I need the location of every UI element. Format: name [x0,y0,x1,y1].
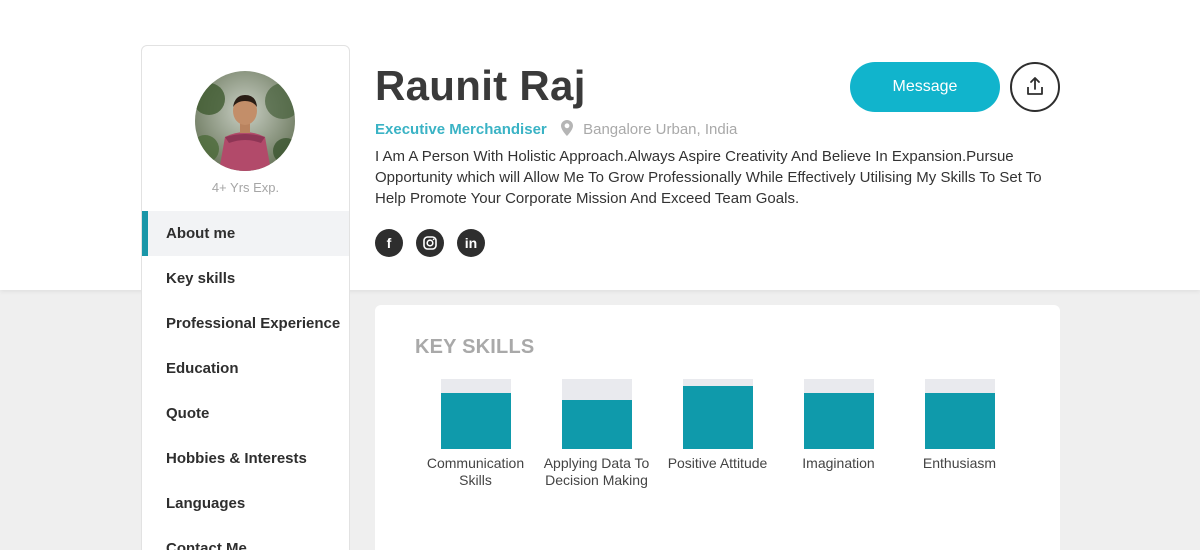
sidebar-item-languages[interactable]: Languages [142,481,349,526]
skill-label: Imagination [802,455,875,471]
skill-level-fill [924,393,995,449]
sidebar-item-professional-experience[interactable]: Professional Experience [142,301,349,346]
sidebar-item-education[interactable]: Education [142,346,349,391]
linkedin-icon[interactable]: in [457,229,485,257]
skill-label: Communication Skills [426,455,525,488]
profile-bio: I Am A Person With Holistic Approach.Alw… [375,148,1042,207]
skill-label: Applying Data To Decision Making [543,455,650,488]
message-button[interactable]: Message [850,62,1000,112]
job-title: Executive Merchandiser [375,121,547,138]
experience-years: 4+ Yrs Exp. [211,180,280,195]
skill-label: Enthusiasm [922,455,997,471]
skill-level-track [440,379,511,449]
skill-item: Positive Attitude [657,379,778,472]
sidebar-item-key-skills[interactable]: Key skills [142,256,349,301]
skill-level-fill [440,393,511,449]
sidebar-item-contact-me[interactable]: Contact Me [142,526,349,550]
skill-label: Positive Attitude [667,455,768,471]
avatar [195,71,295,171]
instagram-icon[interactable] [416,229,444,257]
skill-item: Imagination [778,379,899,472]
share-button[interactable] [1010,62,1060,112]
key-skills-heading: KEY SKILLS [415,336,535,358]
share-icon [1025,76,1045,99]
profile-name: Raunit Raj [375,62,586,109]
sidebar-menu: About me Key skills Professional Experie… [142,211,349,550]
skill-level-fill [561,400,632,449]
sidebar-item-about-me[interactable]: About me [142,211,349,256]
key-skills-card: KEY SKILLS Communication Skills Applying… [375,305,1060,550]
skill-level-track [682,379,753,449]
skill-level-track [924,379,995,449]
skill-item: Enthusiasm [899,379,1020,472]
sidebar-item-quote[interactable]: Quote [142,391,349,436]
skill-item: Applying Data To Decision Making [536,379,657,489]
skill-level-fill [803,393,874,449]
title-location-row: Executive Merchandiser Bangalore Urban, … [375,120,737,140]
profile-sidebar: 4+ Yrs Exp. About me Key skills Professi… [141,45,350,550]
location-pin-icon [560,120,573,140]
skill-level-fill [682,386,753,449]
location-text: Bangalore Urban, India [583,121,738,138]
facebook-icon[interactable]: f [375,229,403,257]
sidebar-item-hobbies[interactable]: Hobbies & Interests [142,436,349,481]
skill-level-track [561,379,632,449]
skill-item: Communication Skills [415,379,536,489]
skill-level-track [803,379,874,449]
